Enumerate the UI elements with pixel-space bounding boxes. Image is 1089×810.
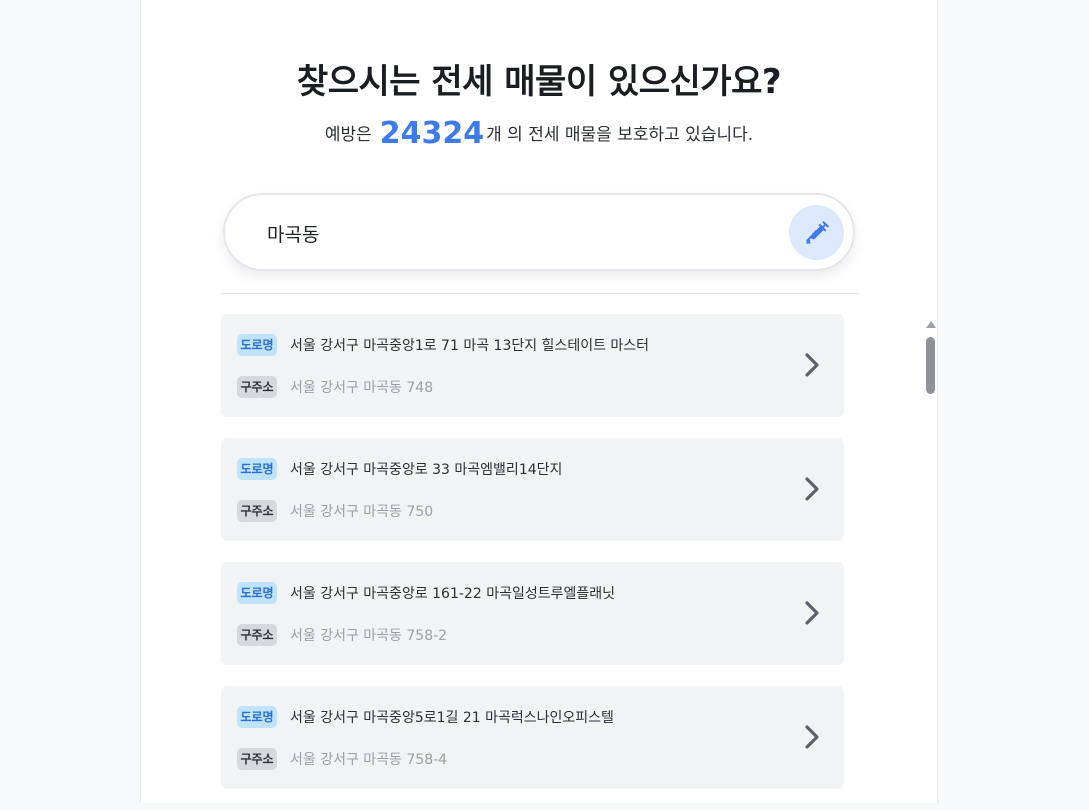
road-address-row: 도로명 서울 강서구 마곡중앙5로1길 21 마곡럭스나인오피스텔 (237, 706, 614, 728)
result-list: 도로명 서울 강서구 마곡중앙1로 71 마곡 13단지 힐스테이트 마스터 구… (221, 314, 844, 810)
list-item[interactable]: 도로명 서울 강서구 마곡중앙1로 71 마곡 13단지 힐스테이트 마스터 구… (221, 314, 844, 417)
property-count-text: 예방은 24324 개 의 전세 매물을 보호하고 있습니다. (141, 116, 937, 151)
main-panel: 찾으시는 전세 매물이 있으신가요? 예방은 24324 개 의 전세 매물을 보호… (140, 0, 938, 803)
road-address: 서울 강서구 마곡중앙로 161-22 마곡일성트루엘플래닛 (290, 586, 615, 602)
road-address-row: 도로명 서울 강서구 마곡중앙1로 71 마곡 13단지 힐스테이트 마스터 (237, 334, 649, 356)
road-address-row: 도로명 서울 강서구 마곡중앙로 161-22 마곡일성트루엘플래닛 (237, 582, 615, 604)
scroll-up-arrow-icon[interactable] (926, 321, 936, 328)
road-address: 서울 강서구 마곡중앙5로1길 21 마곡럭스나인오피스텔 (290, 710, 614, 726)
lot-address-row: 구주소 서울 강서구 마곡동 758-2 (237, 624, 447, 646)
property-count: 24324 (379, 116, 485, 151)
lot-address-row: 구주소 서울 강서구 마곡동 748 (237, 376, 433, 398)
road-address-badge: 도로명 (237, 582, 277, 604)
search-box (223, 193, 855, 271)
scrollbar-thumb[interactable] (926, 337, 935, 394)
list-item[interactable]: 도로명 서울 강서구 마곡중앙로 33 마곡엠밸리14단지 구주소 서울 강서구… (221, 438, 844, 541)
list-item[interactable]: 도로명 서울 강서구 마곡중앙로 161-22 마곡일성트루엘플래닛 구주소 서… (221, 562, 844, 665)
chevron-right-icon (805, 601, 819, 625)
lot-address: 서울 강서구 마곡동 758-4 (290, 752, 448, 768)
lot-address: 서울 강서구 마곡동 748 (290, 380, 434, 396)
road-address-row: 도로명 서울 강서구 마곡중앙로 33 마곡엠밸리14단지 (237, 458, 562, 480)
search-button[interactable] (789, 205, 844, 260)
lot-address-row: 구주소 서울 강서구 마곡동 750 (237, 500, 433, 522)
lot-address-badge: 구주소 (237, 500, 277, 522)
subtitle-suffix: 개 의 전세 매물을 보호하고 있습니다. (486, 125, 754, 145)
chevron-right-icon (805, 477, 819, 501)
lot-address: 서울 강서구 마곡동 758-2 (290, 628, 448, 644)
road-address-badge: 도로명 (237, 706, 277, 728)
chevron-right-icon (805, 725, 819, 749)
page-title: 찾으시는 전세 매물이 있으신가요? (296, 62, 782, 102)
divider (221, 293, 859, 294)
road-address-badge: 도로명 (237, 334, 277, 356)
lot-address-badge: 구주소 (237, 376, 277, 398)
lot-address: 서울 강서구 마곡동 750 (290, 504, 434, 520)
lot-address-row: 구주소 서울 강서구 마곡동 758-4 (237, 748, 447, 770)
scrollbar[interactable] (923, 319, 937, 803)
list-item[interactable]: 도로명 서울 강서구 마곡중앙5로1길 21 마곡럭스나인오피스텔 구주소 서울… (221, 686, 844, 789)
road-address: 서울 강서구 마곡중앙1로 71 마곡 13단지 힐스테이트 마스터 (290, 338, 650, 354)
search-input[interactable] (265, 215, 749, 251)
lot-address-badge: 구주소 (237, 624, 277, 646)
syringe-icon (805, 220, 829, 244)
chevron-right-icon (805, 353, 819, 377)
road-address: 서울 강서구 마곡중앙로 33 마곡엠밸리14단지 (290, 462, 563, 478)
road-address-badge: 도로명 (237, 458, 277, 480)
lot-address-badge: 구주소 (237, 748, 277, 770)
subtitle-prefix: 예방은 (324, 125, 372, 145)
